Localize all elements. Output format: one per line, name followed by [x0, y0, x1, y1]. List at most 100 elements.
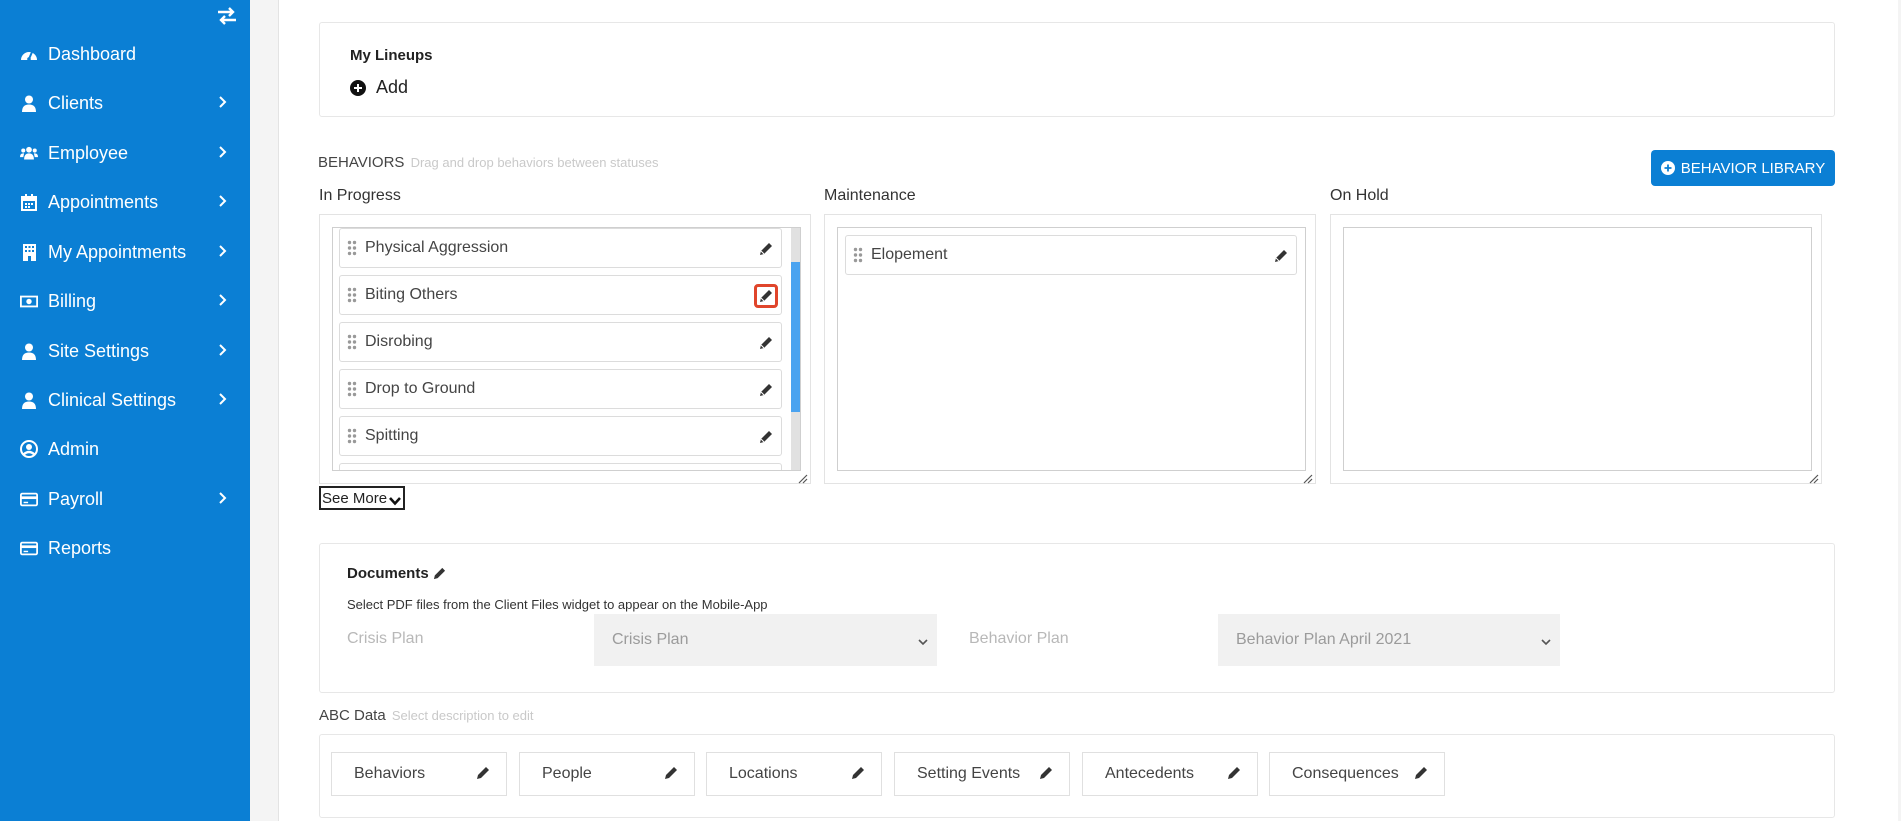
users-group-icon — [20, 144, 38, 162]
see-more-button[interactable]: See More — [319, 486, 405, 510]
sidebar-item-label: Payroll — [48, 488, 104, 509]
sidebar-item-dashboard[interactable]: Dashboard — [0, 34, 250, 74]
behavior-library-label: BEHAVIOR LIBRARY — [1680, 159, 1826, 177]
abc-header: ABC Data Select description to edit — [319, 707, 534, 724]
behavior-item[interactable]: Biting Others — [339, 275, 782, 315]
abc-title: ABC Data — [319, 707, 386, 724]
swap-arrows-icon[interactable] — [216, 6, 238, 26]
abc-tab-label: Locations — [729, 765, 798, 782]
behavior-item[interactable]: Physical Aggression — [339, 228, 782, 268]
chevron-right-icon — [218, 194, 228, 208]
pencil-icon[interactable] — [757, 240, 775, 258]
resize-handle-icon[interactable] — [798, 471, 808, 484]
pencil-icon[interactable] — [757, 381, 775, 399]
pencil-icon[interactable] — [1272, 247, 1290, 265]
chevron-down-icon — [389, 493, 402, 506]
sidebar-item-site-settings[interactable]: Site Settings — [0, 331, 250, 371]
abc-tab-label: People — [542, 765, 592, 782]
behaviors-title: BEHAVIORS — [318, 154, 405, 171]
drag-handle-icon[interactable] — [853, 247, 863, 263]
maintenance-column: Elopement — [824, 214, 1316, 484]
column-label-maintenance: Maintenance — [824, 187, 916, 204]
abc-tab-setting-events[interactable]: Setting Events — [894, 752, 1070, 796]
behavior-name: Biting Others — [365, 286, 458, 303]
on-hold-dropzone[interactable] — [1343, 227, 1812, 471]
chevron-right-icon — [218, 95, 228, 109]
credit-card-icon — [20, 539, 38, 557]
in-progress-dropzone[interactable]: Physical Aggression Biting Others Disrob… — [332, 227, 801, 471]
dashboard-gauge-icon — [20, 45, 38, 63]
lineups-panel: My Lineups Add — [319, 22, 1835, 117]
building-icon — [20, 243, 38, 261]
pencil-icon[interactable] — [1414, 766, 1430, 782]
abc-tab-locations[interactable]: Locations — [706, 752, 882, 796]
pencil-icon[interactable] — [433, 567, 446, 580]
behavior-item[interactable]: Elopement — [845, 235, 1297, 275]
documents-description: Select PDF files from the Client Files w… — [347, 597, 768, 612]
sidebar-item-admin[interactable]: Admin — [0, 429, 250, 469]
sidebar: Dashboard Clients Employee Appointments … — [0, 0, 250, 821]
sidebar-item-clients[interactable]: Clients — [0, 83, 250, 123]
crisis-plan-select[interactable]: Crisis Plan — [594, 614, 937, 666]
sidebar-item-billing[interactable]: Billing — [0, 281, 250, 321]
resize-handle-icon[interactable] — [1809, 471, 1819, 484]
behavior-plan-label: Behavior Plan — [969, 630, 1069, 647]
crisis-plan-value: Crisis Plan — [612, 631, 689, 648]
pencil-icon[interactable] — [664, 766, 680, 782]
abc-tab-consequences[interactable]: Consequences — [1269, 752, 1445, 796]
pencil-icon[interactable] — [1039, 766, 1055, 782]
chevron-right-icon — [218, 244, 228, 258]
pencil-icon[interactable] — [851, 766, 867, 782]
abc-tab-label: Antecedents — [1105, 765, 1194, 782]
scrollbar[interactable] — [791, 228, 800, 470]
pencil-icon[interactable] — [757, 428, 775, 446]
drag-handle-icon[interactable] — [347, 287, 357, 303]
sidebar-item-my-appointments[interactable]: My Appointments — [0, 232, 250, 272]
crisis-plan-label: Crisis Plan — [347, 630, 424, 647]
abc-tab-antecedents[interactable]: Antecedents — [1082, 752, 1258, 796]
behavior-library-button[interactable]: BEHAVIOR LIBRARY — [1651, 150, 1835, 186]
sidebar-item-reports[interactable]: Reports — [0, 528, 250, 568]
chevron-right-icon — [218, 343, 228, 357]
abc-tab-behaviors[interactable]: Behaviors — [331, 752, 507, 796]
pencil-icon[interactable] — [757, 334, 775, 352]
scrollbar-thumb[interactable] — [791, 262, 800, 412]
add-lineup-button[interactable]: Add — [350, 77, 408, 98]
calendar-icon — [20, 193, 38, 211]
sidebar-item-clinical-settings[interactable]: Clinical Settings — [0, 380, 250, 420]
plus-circle-icon — [1660, 161, 1675, 175]
sidebar-item-employee[interactable]: Employee — [0, 133, 250, 173]
resize-handle-icon[interactable] — [1303, 471, 1313, 484]
sidebar-item-label: Dashboard — [48, 43, 137, 64]
column-label-in-progress: In Progress — [319, 187, 401, 204]
chevron-down-icon — [1540, 634, 1552, 646]
drag-handle-icon[interactable] — [347, 381, 357, 397]
drag-handle-icon[interactable] — [347, 334, 357, 350]
behavior-plan-select[interactable]: Behavior Plan April 2021 — [1218, 614, 1560, 666]
drag-handle-icon[interactable] — [347, 428, 357, 444]
user-icon — [20, 391, 38, 409]
behavior-name: Elopement — [871, 246, 948, 263]
behaviors-hint: Drag and drop behaviors between statuses — [410, 155, 659, 170]
sidebar-item-label: Reports — [48, 537, 112, 558]
user-icon — [20, 94, 38, 112]
behavior-item[interactable]: Spitting — [339, 416, 782, 456]
user-icon — [20, 342, 38, 360]
maintenance-dropzone[interactable]: Elopement — [837, 227, 1306, 471]
abc-tab-people[interactable]: People — [519, 752, 695, 796]
pencil-icon[interactable] — [1227, 766, 1243, 782]
on-hold-column — [1330, 214, 1822, 484]
sidebar-item-appointments[interactable]: Appointments — [0, 182, 250, 222]
behavior-item-partial[interactable] — [339, 463, 782, 470]
pencil-icon[interactable] — [754, 284, 778, 308]
behavior-item[interactable]: Drop to Ground — [339, 369, 782, 409]
sidebar-item-label: Clients — [48, 92, 104, 113]
drag-handle-icon[interactable] — [347, 240, 357, 256]
sidebar-item-payroll[interactable]: Payroll — [0, 479, 250, 519]
chevron-right-icon — [218, 145, 228, 159]
chevron-right-icon — [218, 392, 228, 406]
in-progress-column: Physical Aggression Biting Others Disrob… — [319, 214, 811, 484]
pencil-icon[interactable] — [476, 766, 492, 782]
documents-title: Documents — [347, 565, 429, 582]
behavior-item[interactable]: Disrobing — [339, 322, 782, 362]
